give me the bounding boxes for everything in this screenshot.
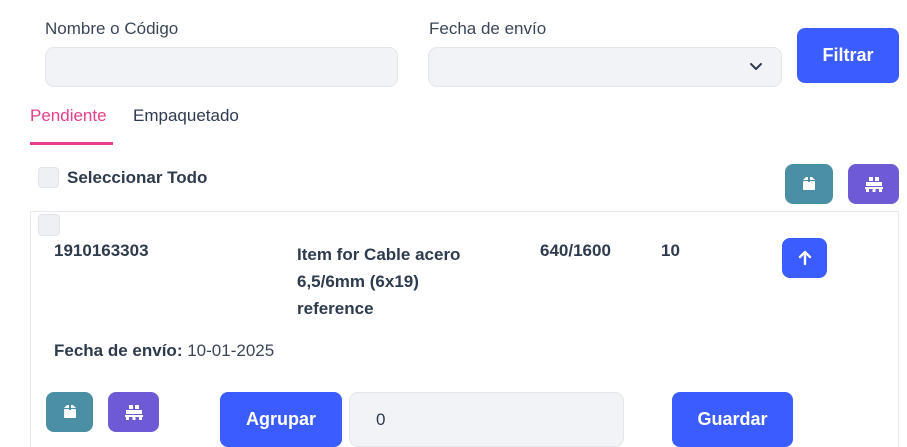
save-button[interactable]: Guardar <box>672 392 793 447</box>
pallet-icon <box>124 405 143 420</box>
tab-pendiente[interactable]: Pendiente <box>30 106 107 126</box>
ship-date-filter-label: Fecha de envío <box>429 19 547 38</box>
select-all-label: Seleccionar Todo <box>67 168 208 187</box>
group-button[interactable]: Agrupar <box>220 392 342 447</box>
pack-pallet-button[interactable] <box>848 164 899 204</box>
item-description: Item for Cable acero 6,5/6mm (6x19) refe… <box>297 241 460 322</box>
item-description-line: reference <box>297 299 374 318</box>
item-description-line: Item for Cable acero <box>297 245 461 264</box>
item-code: 1910163303 <box>54 241 149 260</box>
item-pack-box-button[interactable] <box>46 392 93 432</box>
ship-date-select[interactable] <box>428 47 782 87</box>
item-quantity: 10 <box>661 241 680 260</box>
box-icon <box>803 177 815 190</box>
pallet-icon <box>864 177 883 192</box>
pack-box-button[interactable] <box>785 164 833 204</box>
active-tab-indicator <box>30 142 113 145</box>
name-code-input[interactable] <box>45 47 398 87</box>
select-all-checkbox[interactable] <box>38 167 59 188</box>
group-quantity-value: 0 <box>376 409 386 429</box>
arrow-up-icon <box>798 250 811 266</box>
item-ship-date: Fecha de envío: 10-01-2025 <box>54 341 274 361</box>
tab-empaquetado[interactable]: Empaquetado <box>133 106 239 126</box>
name-code-label: Nombre o Código <box>45 19 179 38</box>
item-checkbox[interactable] <box>38 214 60 236</box>
chevron-down-icon <box>750 63 762 70</box>
ship-date-label: Fecha de envío: <box>54 341 183 360</box>
item-pack-pallet-button[interactable] <box>108 392 159 432</box>
box-icon <box>63 405 76 418</box>
move-up-button[interactable] <box>782 238 827 278</box>
filter-button[interactable]: Filtrar <box>797 28 899 83</box>
item-description-line: 6,5/6mm (6x19) <box>297 272 419 291</box>
item-ratio: 640/1600 <box>540 241 611 260</box>
ship-date-value: 10-01-2025 <box>187 341 275 360</box>
group-quantity-input[interactable]: 0 <box>349 392 624 447</box>
